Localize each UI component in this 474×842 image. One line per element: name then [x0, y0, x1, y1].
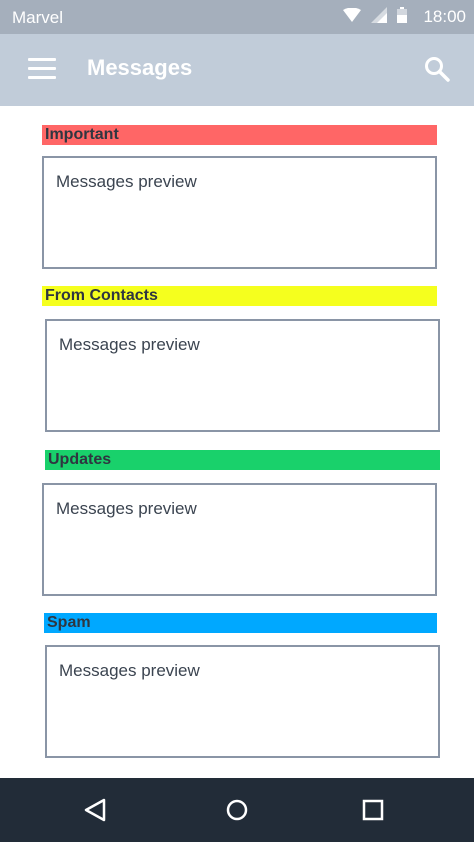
- system-nav-bar: [0, 778, 474, 842]
- recents-icon[interactable]: [357, 794, 389, 826]
- back-icon[interactable]: [79, 794, 111, 826]
- category-label-from-contacts: From Contacts: [42, 286, 437, 306]
- category-label-updates: Updates: [45, 450, 440, 470]
- page-title: Messages: [87, 55, 193, 80]
- home-icon[interactable]: [221, 794, 253, 826]
- status-icons: 18:00: [343, 6, 466, 28]
- app-bar: Messages: [0, 34, 474, 106]
- preview-text: Messages preview: [59, 335, 200, 354]
- status-time: 18:00: [423, 7, 466, 26]
- messages-preview-spam[interactable]: Messages preview: [45, 645, 440, 758]
- messages-preview-updates[interactable]: Messages preview: [42, 483, 437, 596]
- category-label-text: Updates: [48, 451, 112, 468]
- category-label-spam: Spam: [44, 613, 437, 633]
- category-label-text: Important: [45, 126, 119, 143]
- messages-preview-from-contacts[interactable]: Messages preview: [45, 319, 440, 432]
- hamburger-menu-icon[interactable]: [28, 58, 56, 80]
- preview-text: Messages preview: [59, 661, 200, 680]
- message-categories: Important Messages preview From Contacts…: [0, 106, 474, 778]
- category-label-text: Spam: [47, 614, 91, 631]
- battery-icon: [397, 6, 408, 28]
- search-icon[interactable]: [424, 56, 450, 82]
- category-label-important: Important: [42, 125, 437, 145]
- status-bar: Marvel 18:00: [0, 0, 474, 34]
- wifi-icon: [343, 7, 362, 27]
- carrier-name: Marvel: [12, 8, 64, 27]
- signal-icon: [371, 6, 388, 28]
- preview-text: Messages preview: [56, 172, 197, 191]
- messages-preview-important[interactable]: Messages preview: [42, 156, 437, 269]
- category-label-text: From Contacts: [45, 287, 158, 304]
- preview-text: Messages preview: [56, 499, 197, 518]
